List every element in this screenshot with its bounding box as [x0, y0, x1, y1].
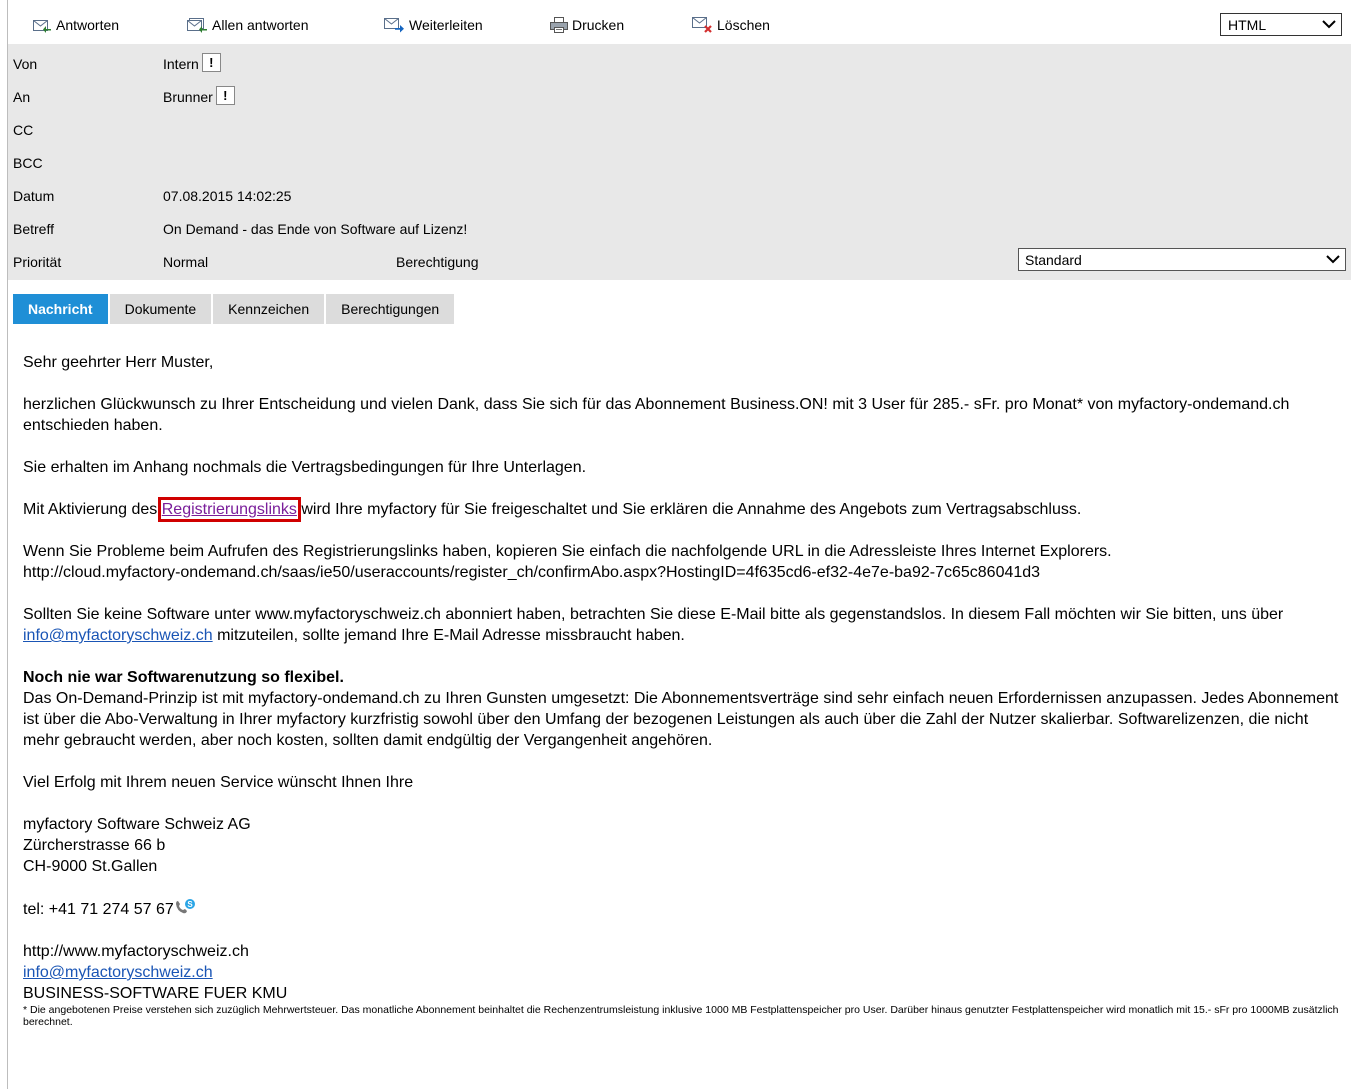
signature-website: http://www.myfactoryschweiz.ch	[23, 943, 249, 960]
to-name: Brunner	[163, 89, 213, 105]
chevron-down-icon	[1326, 255, 1340, 264]
forward-label: Weiterleiten	[409, 17, 483, 33]
paragraph-activation: Mit Aktivierung des Registrierungslinks …	[23, 497, 1341, 522]
permission-label: Berechtigung	[396, 254, 479, 270]
paragraph-closing: Viel Erfolg mit Ihrem neuen Service wüns…	[23, 774, 414, 791]
registration-link[interactable]: Registrierungslinks	[157, 497, 301, 522]
to-label: An	[13, 89, 31, 105]
from-value: Intern !	[163, 53, 221, 72]
activation-text-before: Mit Aktivierung des	[23, 501, 162, 518]
format-select-value: HTML	[1228, 17, 1267, 33]
to-value: Brunner !	[163, 86, 235, 105]
forward-icon	[384, 18, 404, 33]
paragraph-flexibility: Noch nie war Softwarenutzung so flexibel…	[23, 667, 1341, 751]
signature-tagline: BUSINESS-SOFTWARE FUER KMU	[23, 985, 288, 1002]
signature-city: CH-9000 St.Gallen	[23, 858, 158, 875]
reply-button[interactable]: Antworten	[32, 14, 119, 36]
paragraph-attachment: Sie erhalten im Anhang nochmals die Vert…	[23, 459, 587, 476]
delete-button[interactable]: Löschen	[691, 14, 770, 36]
signature-email-line: info@myfactoryschweiz.ch	[23, 962, 1341, 983]
date-row: Datum 07.08.2015 14:02:25	[8, 176, 1351, 209]
message-body: Sehr geehrter Herr Muster, herzlichen Gl…	[23, 352, 1341, 1049]
permission-select[interactable]: Standard	[1018, 248, 1346, 271]
misuse-text-after: mitzuteilen, sollte jemand Ihre E-Mail A…	[212, 627, 685, 644]
signature-company: myfactory Software Schweiz AG	[23, 816, 251, 833]
chevron-down-icon	[1322, 20, 1336, 29]
tab-berechtigungen[interactable]: Berechtigungen	[326, 294, 455, 324]
signature-email-link[interactable]: info@myfactoryschweiz.ch	[23, 964, 213, 981]
reply-label: Antworten	[56, 17, 120, 33]
permission-select-value: Standard	[1025, 252, 1082, 268]
skype-call-icon[interactable]: S	[174, 898, 196, 916]
from-name: Intern	[163, 56, 199, 72]
tab-nachricht[interactable]: Nachricht	[13, 294, 108, 324]
telephone-number: tel: +41 71 274 57 67	[23, 901, 174, 918]
format-select[interactable]: HTML	[1220, 13, 1342, 36]
reply-all-label: Allen antworten	[212, 17, 309, 33]
mail-tabs: Nachricht Dokumente Kennzeichen Berechti…	[13, 294, 455, 324]
activation-text-after: wird Ihre myfactory für Sie freigeschalt…	[296, 501, 1082, 518]
from-row: Von Intern !	[8, 44, 1351, 77]
to-importance-button[interactable]: !	[215, 86, 235, 105]
cc-label: CC	[13, 122, 34, 138]
greeting: Sehr geehrter Herr Muster,	[23, 354, 214, 371]
date-label: Datum	[13, 188, 55, 204]
priority-value: Normal	[163, 254, 209, 270]
from-label: Von	[13, 56, 38, 72]
mail-header-panel: Von Intern ! An Brunner ! CC BCC Datum 0…	[8, 44, 1351, 280]
print-button[interactable]: Drucken	[550, 14, 624, 36]
signature: myfactory Software Schweiz AG Zürcherstr…	[23, 814, 1341, 1004]
paragraph-congratulations: herzlichen Glückwunsch zu Ihrer Entschei…	[23, 396, 1290, 434]
to-row: An Brunner !	[8, 77, 1351, 110]
date-value: 07.08.2015 14:02:25	[163, 188, 292, 204]
svg-text:S: S	[187, 900, 193, 909]
print-label: Drucken	[572, 17, 625, 33]
info-email-link[interactable]: info@myfactoryschweiz.ch	[23, 627, 213, 644]
cc-row: CC	[8, 110, 1351, 143]
bcc-label: BCC	[13, 155, 43, 171]
tab-kennzeichen[interactable]: Kennzeichen	[213, 294, 325, 324]
bcc-row: BCC	[8, 143, 1351, 176]
tab-dokumente[interactable]: Dokumente	[109, 294, 212, 324]
mail-toolbar: Antworten Allen antworten Weiterleiten D…	[8, 10, 1351, 40]
subject-label: Betreff	[13, 221, 54, 237]
forward-button[interactable]: Weiterleiten	[383, 14, 483, 36]
signature-street: Zürcherstrasse 66 b	[23, 837, 166, 854]
misuse-text-before: Sollten Sie keine Software unter www.myf…	[23, 606, 1284, 623]
registration-url-text: http://cloud.myfactory-ondemand.ch/saas/…	[23, 564, 1041, 581]
priority-row: Priorität Normal Berechtigung Standard	[8, 242, 1351, 275]
price-footnote: * Die angebotenen Preise verstehen sich …	[23, 1004, 1339, 1028]
reply-icon	[33, 20, 51, 33]
url-help-text: Wenn Sie Probleme beim Aufrufen des Regi…	[23, 543, 1112, 560]
reply-all-icon	[187, 18, 207, 33]
delete-icon	[692, 17, 712, 33]
printer-icon	[550, 17, 568, 33]
delete-label: Löschen	[717, 17, 770, 33]
signature-tel: tel: +41 71 274 57 67 S	[23, 898, 1341, 920]
flexibility-heading: Noch nie war Softwarenutzung so flexibel…	[23, 669, 344, 686]
from-importance-button[interactable]: !	[201, 53, 221, 72]
priority-label: Priorität	[13, 254, 62, 270]
reply-all-button[interactable]: Allen antworten	[186, 14, 309, 36]
paragraph-url-help: Wenn Sie Probleme beim Aufrufen des Regi…	[23, 541, 1341, 583]
subject-row: Betreff On Demand - das Ende von Softwar…	[8, 209, 1351, 242]
flexibility-body: Das On-Demand-Prinzip ist mit myfactory-…	[23, 690, 1339, 749]
paragraph-misuse: Sollten Sie keine Software unter www.myf…	[23, 604, 1341, 646]
subject-value: On Demand - das Ende von Software auf Li…	[163, 221, 468, 237]
